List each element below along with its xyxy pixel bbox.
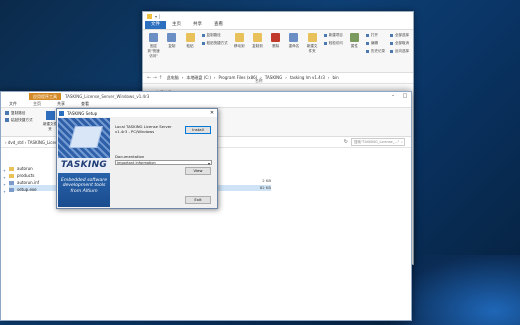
tab-file[interactable]: 文件 (1, 100, 25, 107)
pin-quick-access-button[interactable]: 固定到"快速访问" (147, 33, 160, 59)
paste-icon (185, 33, 195, 42)
properties-button[interactable]: 属性 (348, 33, 361, 49)
new-folder-icon (307, 33, 317, 42)
file-list: autorun products autorun.inf setup.exe (9, 165, 39, 193)
edit-button[interactable]: 编辑 (366, 41, 385, 46)
dialog-titlebar: TASKING Setup ✕ (57, 109, 217, 117)
documentation-select[interactable]: Important Information (115, 160, 212, 166)
new-items: 新建项目 轻松访问 (324, 33, 343, 46)
history-button[interactable]: 历史记录 (366, 49, 385, 54)
view-button[interactable]: View (185, 167, 211, 175)
window-title: TASKING_License_Server_Windows_v1.4r3 (65, 93, 150, 99)
name-column-header[interactable]: 名称 (255, 78, 263, 84)
tab-share[interactable]: 共享 (49, 100, 73, 107)
tasking-banner: TASKING Embedded software development to… (58, 118, 110, 207)
tab-file[interactable]: 文件 (145, 21, 166, 29)
clipboard-small-items: 复制路径 粘贴快捷方式 (202, 33, 228, 46)
documentation-label: Documentation (115, 154, 145, 159)
install-button[interactable]: Install (185, 126, 211, 134)
tab-share[interactable]: 共享 (187, 21, 208, 29)
pin-label: 固定到"快速访问" (147, 44, 160, 58)
file-size: 82 KB (259, 185, 271, 190)
properties-icon (349, 33, 359, 42)
new-item-button[interactable]: 新建项目 (324, 33, 343, 38)
pin-icon[interactable]: ✦ (3, 182, 6, 189)
pin-icon[interactable]: ✦ (3, 175, 6, 182)
tagline: Embedded software development tools from… (58, 178, 110, 194)
titlebar-separator-icon: ▾ │ (155, 14, 161, 19)
move-to-button[interactable]: 移动到 (233, 33, 246, 49)
app-tools-tab[interactable]: 应用程序工具 (29, 92, 61, 100)
new-folder-label: 新建文件夹 (306, 44, 318, 53)
pin-icon (149, 33, 159, 42)
new-folder-button[interactable]: 新建文件夹 (306, 33, 319, 54)
new-folder-icon (45, 111, 55, 120)
file-size: 2 KB (262, 178, 271, 183)
close-icon[interactable]: ✕ (207, 110, 217, 116)
invert-selection-button[interactable]: 反向选择 (390, 49, 409, 54)
tagline-line: from Altium (70, 188, 98, 194)
list-item[interactable]: autorun.inf (9, 179, 39, 186)
tasking-logo: TASKING (58, 158, 110, 173)
move-label: 移动到 (234, 44, 245, 48)
refresh-icon[interactable]: ↻ (344, 139, 348, 145)
tab-view[interactable]: 查看 (73, 100, 97, 107)
install-option-label: Local TASKING License Server v1.4r3 - PC… (115, 124, 172, 134)
list-item[interactable]: products (9, 172, 39, 179)
paste-button[interactable]: 粘贴 (183, 33, 196, 49)
paste-shortcut-button[interactable]: 粘贴快捷方式 (5, 118, 33, 123)
paste-shortcut-button[interactable]: 粘贴快捷方式 (202, 41, 228, 46)
copy-icon (167, 33, 177, 42)
rename-label: 重命名 (288, 44, 300, 48)
ribbon: 固定到"快速访问" 复制 粘贴 复制路径 粘贴快捷方式 移动到 复制到 删除 重… (143, 30, 413, 73)
delete-button[interactable]: 删除 (269, 33, 282, 49)
maximize-icon[interactable]: □ (399, 93, 411, 99)
setup-app-icon (59, 110, 64, 116)
copy-path-button[interactable]: 复制路径 (5, 111, 25, 116)
copy-path-button[interactable]: 复制路径 (202, 33, 228, 38)
window-titlebar: ▾ │ (143, 12, 413, 21)
new-folder-label: 新建文件夹 (43, 122, 57, 131)
exit-button[interactable]: Exit (185, 196, 211, 204)
rename-icon (289, 33, 299, 42)
dialog-title: TASKING Setup (67, 110, 98, 116)
minimize-icon[interactable]: – (387, 93, 399, 99)
list-item[interactable]: autorun (9, 165, 39, 172)
delete-icon (271, 33, 281, 42)
folder-icon (147, 14, 152, 19)
ribbon-tabs: 文件 主页 共享 查看 (1, 100, 411, 107)
copy-to-icon (252, 33, 262, 42)
tab-home[interactable]: 主页 (166, 21, 187, 29)
window-titlebar: 应用程序工具 TASKING_License_Server_Windows_v1… (1, 92, 411, 100)
copy-label: 复制 (168, 44, 176, 48)
search-input[interactable]: 搜索"TASKING_License_..." (351, 138, 405, 146)
tab-view[interactable]: 查看 (208, 21, 229, 29)
paste-label: 粘贴 (186, 44, 194, 48)
pin-icon[interactable]: ✦ (3, 168, 6, 175)
chip-die-graphic (69, 126, 103, 148)
pin-icon[interactable]: ✦ (3, 189, 6, 196)
copy-to-label: 复制到 (252, 44, 263, 48)
size-column: 2 KB 82 KB (257, 177, 271, 191)
move-icon (234, 33, 244, 42)
open-items: 打开 编辑 历史记录 (366, 33, 385, 54)
rename-button[interactable]: 重命名 (287, 33, 300, 49)
select-none-button[interactable]: 全部取消 (390, 41, 409, 46)
quick-access-pins: ✦ ✦ ✦ ✦ (3, 168, 6, 196)
open-button[interactable]: 打开 (366, 33, 385, 38)
dialog-body: Local TASKING License Server v1.4r3 - PC… (113, 118, 215, 206)
easy-access-button[interactable]: 轻松访问 (324, 41, 343, 46)
tab-home[interactable]: 主页 (25, 100, 49, 107)
tasking-setup-dialog[interactable]: TASKING Setup ✕ TASKING Embedded softwar… (56, 108, 218, 209)
column-header[interactable]: 名称 (143, 78, 413, 86)
properties-label: 属性 (350, 44, 358, 48)
delete-label: 删除 (272, 44, 280, 48)
copy-button[interactable]: 复制 (165, 33, 178, 49)
ribbon-tabs: 文件 主页 共享 查看 (143, 21, 413, 30)
window-controls: – □ (387, 93, 411, 99)
select-items: 全部选择 全部取消 反向选择 (390, 33, 409, 54)
copy-to-button[interactable]: 复制到 (251, 33, 264, 49)
select-all-button[interactable]: 全部选择 (390, 33, 409, 38)
list-item[interactable]: setup.exe (9, 186, 39, 193)
